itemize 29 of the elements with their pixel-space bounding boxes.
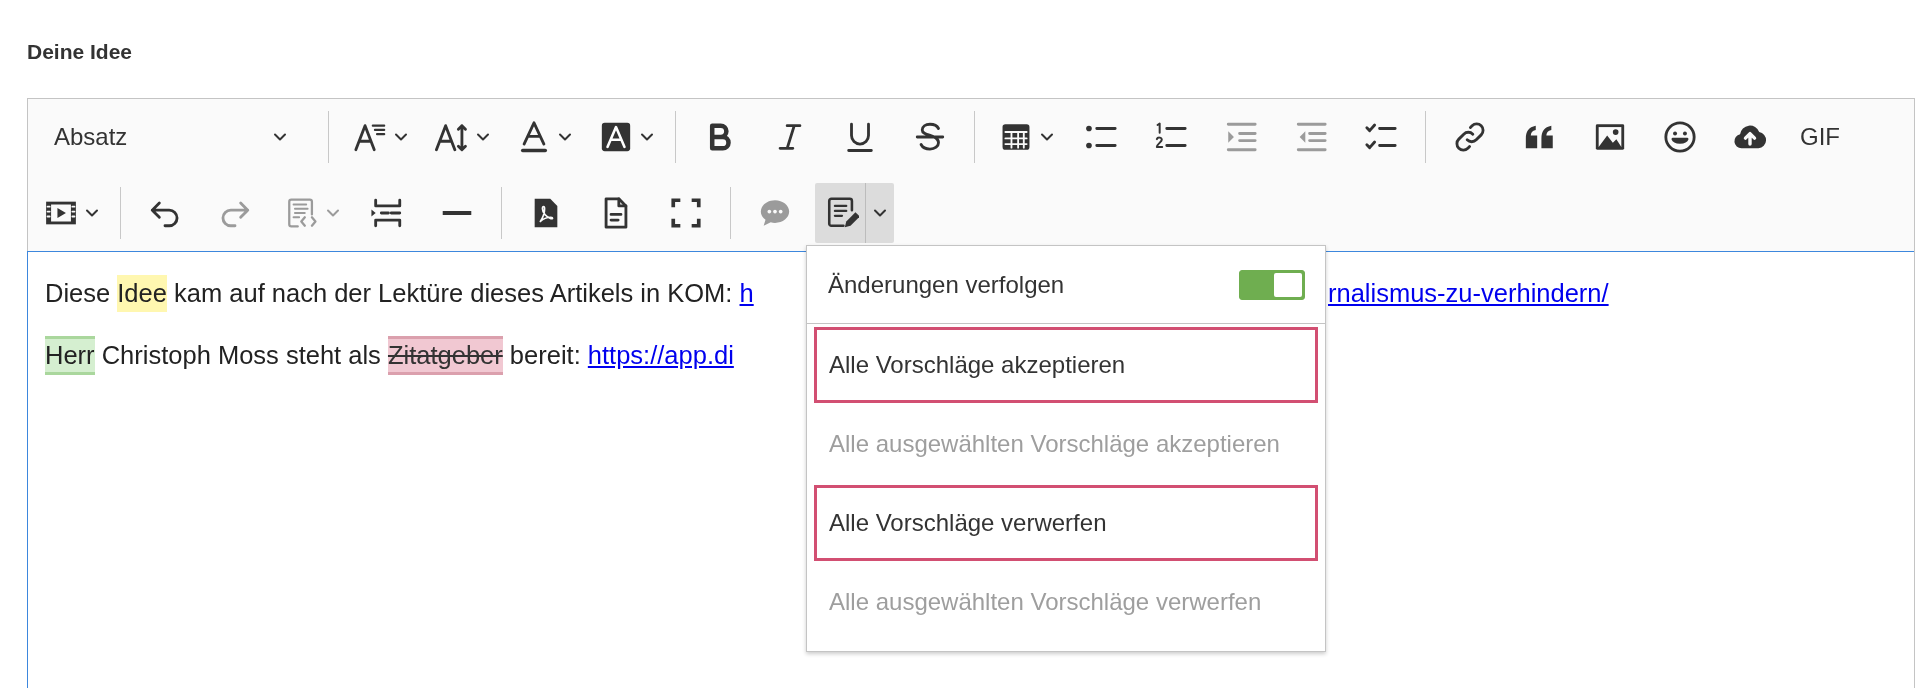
link[interactable]: https://app.di [587, 340, 734, 370]
body-text: kam auf nach der Lektüre dieses Artikels in KOM: [173, 278, 734, 308]
track-changes-button[interactable] [815, 183, 894, 243]
link[interactable]: h [739, 278, 754, 308]
smiley-icon [1663, 120, 1697, 154]
page-break-icon [370, 196, 404, 230]
gif-button[interactable]: GIF [1790, 107, 1850, 167]
paragraph-format-dropdown[interactable]: Absatz [34, 107, 304, 167]
body-text: bereit: [508, 340, 582, 370]
indent-icon [1224, 120, 1258, 154]
menu-item[interactable]: Alle Vorschläge verwerfen [814, 485, 1318, 561]
field-label: Deine Idee [27, 40, 133, 63]
suggested-insertion: Herr [45, 335, 95, 375]
chevron-down-icon [865, 183, 888, 243]
fullscreen-icon [669, 196, 703, 230]
body-text: Diese [45, 278, 112, 308]
track-changes-label: Änderungen verfolgen [828, 270, 1065, 299]
menu-item[interactable]: Alle Vorschläge akzeptieren [814, 327, 1318, 403]
outdent-icon [1294, 120, 1328, 154]
body-text: Christoph Moss steht als [100, 340, 382, 370]
link-icon [1453, 120, 1487, 154]
horizontal-line-icon [442, 211, 472, 215]
suggested-deletion: Zitatgeber [387, 335, 503, 375]
code-document-icon [285, 196, 319, 230]
highlight-color-icon [599, 120, 633, 154]
document-pen-icon [825, 196, 859, 230]
highlighted-text: Idee [117, 274, 167, 312]
link[interactable]: rnalismus-zu-verhindern/ [1328, 278, 1609, 308]
toggle-switch[interactable] [1239, 269, 1305, 300]
